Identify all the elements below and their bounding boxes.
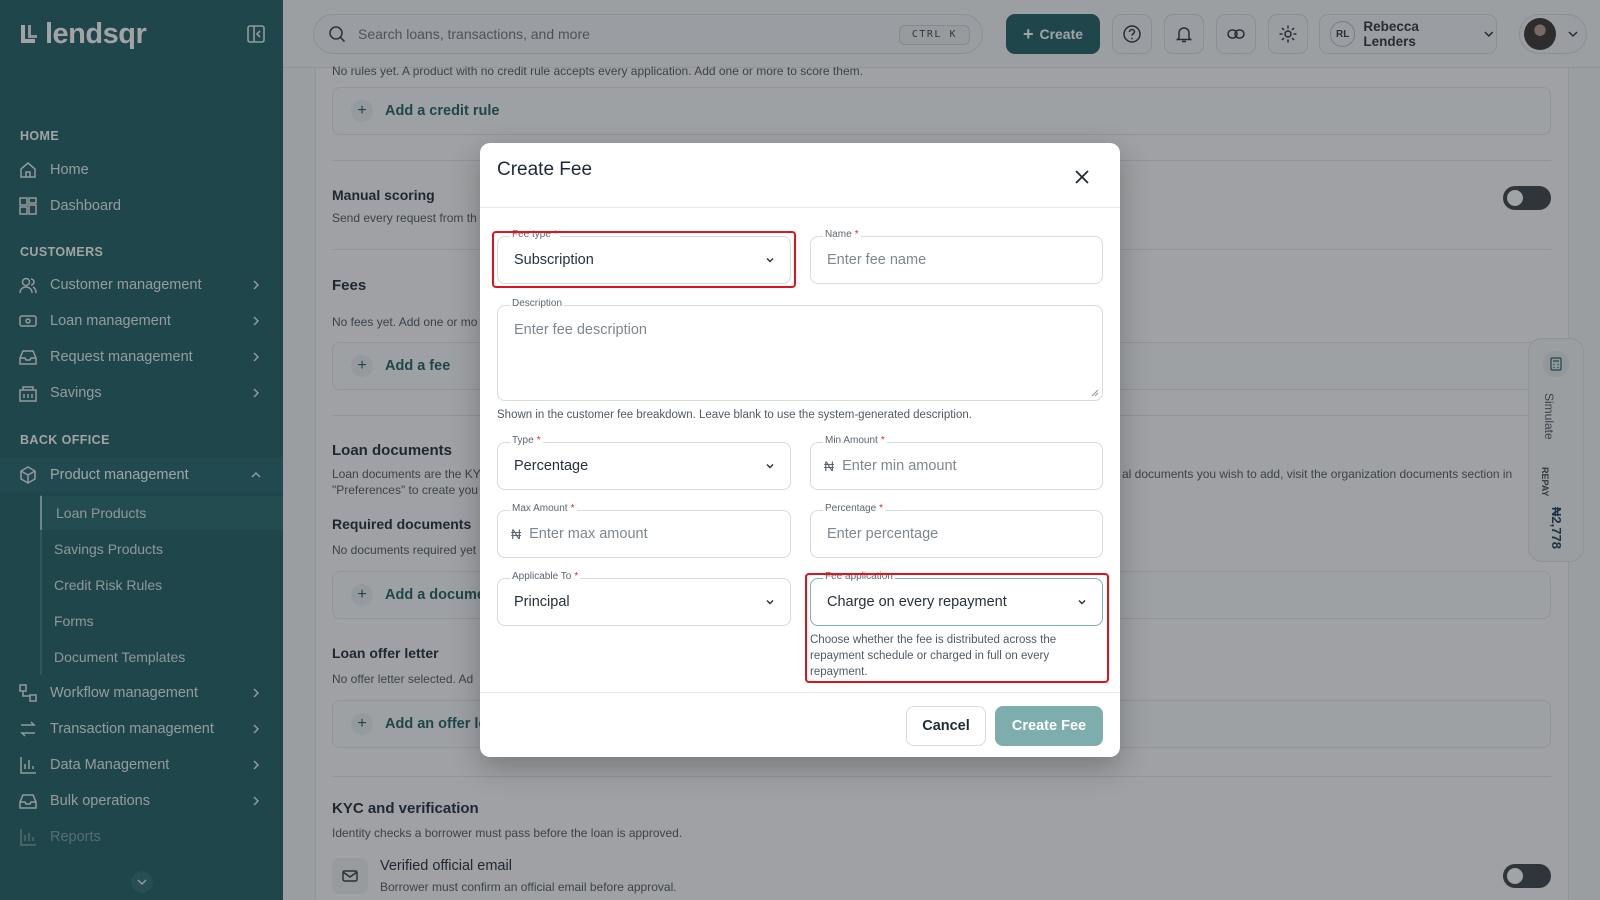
required-marker: * [879, 503, 884, 514]
naira-currency-icon: ₦ [824, 458, 835, 474]
percentage-label: Percentage [825, 503, 877, 514]
applicable-to-select[interactable]: Applicable To * Principal [497, 571, 791, 626]
close-icon[interactable] [1072, 167, 1092, 187]
resize-handle-icon[interactable] [1091, 389, 1099, 397]
description-label: Description [510, 298, 565, 309]
required-marker: * [854, 229, 859, 240]
max-amount-label: Max Amount [512, 503, 568, 514]
modal-footer-divider [480, 692, 1120, 693]
fee-name-label: Name [825, 229, 852, 240]
create-fee-button[interactable]: Create Fee [995, 706, 1103, 746]
description-textarea[interactable] [514, 322, 1102, 382]
modal-header-divider [480, 207, 1120, 208]
required-marker: * [536, 435, 541, 446]
type-label: Type [512, 435, 534, 446]
applicable-to-value: Principal [514, 594, 570, 610]
fee-name-label-wrap: Name * [823, 229, 861, 240]
max-amount-input[interactable] [529, 526, 790, 542]
required-marker: * [570, 503, 575, 514]
fee-name-input[interactable] [827, 252, 1102, 268]
description-hint: Shown in the customer fee breakdown. Lea… [497, 409, 972, 421]
fee-application-highlight [805, 573, 1109, 683]
min-amount-label: Min Amount [825, 435, 878, 446]
fee-name-field[interactable]: Name * [810, 229, 1103, 284]
applicable-to-label: Applicable To [512, 571, 572, 582]
type-select[interactable]: Type * Percentage [497, 435, 791, 490]
modal-title: Create Fee [497, 159, 593, 180]
chevron-down-icon [766, 600, 774, 605]
type-label-wrap: Type * [510, 435, 543, 446]
chevron-down-icon [766, 464, 774, 469]
percentage-field[interactable]: Percentage * [810, 503, 1103, 558]
max-amount-field[interactable]: Max Amount * ₦ [497, 503, 791, 558]
type-value: Percentage [514, 458, 589, 474]
max-amount-label-wrap: Max Amount * [510, 503, 577, 514]
min-amount-input[interactable] [842, 458, 1102, 474]
required-marker: * [880, 435, 885, 446]
percentage-label-wrap: Percentage * [823, 503, 886, 514]
percentage-input[interactable] [827, 526, 1102, 542]
description-field[interactable]: Description [497, 298, 1103, 401]
required-marker: * [574, 571, 579, 582]
applicable-to-label-wrap: Applicable To * [510, 571, 581, 582]
naira-currency-icon: ₦ [511, 526, 522, 542]
cancel-button[interactable]: Cancel [906, 706, 986, 746]
min-amount-field[interactable]: Min Amount * ₦ [810, 435, 1103, 490]
create-fee-modal: Create Fee Fee type * Subscription Name * … [480, 143, 1120, 757]
min-amount-label-wrap: Min Amount * [823, 435, 887, 446]
fee-type-highlight [492, 231, 796, 288]
